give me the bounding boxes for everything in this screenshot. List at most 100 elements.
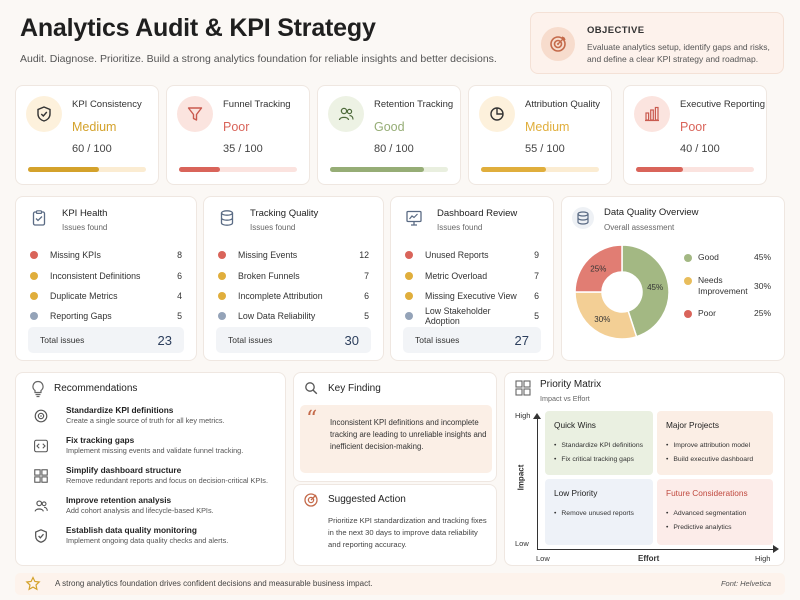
key-finding-text: Inconsistent KPI definitions and incompl…	[330, 418, 487, 451]
quadrant-title: Quick Wins	[554, 420, 596, 430]
page-title: Analytics Audit & KPI Strategy	[20, 14, 376, 42]
severity-dot	[218, 271, 226, 280]
kpi-progress-bar	[28, 167, 146, 172]
monitor-chart-icon	[403, 207, 425, 229]
recommendation-desc: Implement missing events and validate fu…	[66, 446, 244, 455]
key-finding-title: Key Finding	[328, 383, 381, 394]
x-axis-high: High	[755, 554, 771, 563]
issue-label: Missing KPIs	[50, 250, 101, 261]
total-value: 23	[157, 332, 172, 348]
users-icon	[32, 497, 50, 515]
x-axis-arrow	[773, 545, 779, 553]
issue-count: 6	[364, 290, 369, 301]
kpi-score: 80 / 100	[374, 143, 414, 155]
severity-dot	[30, 312, 38, 321]
issue-label: Metric Overload	[425, 270, 488, 281]
kpi-name: Funnel Tracking	[223, 99, 291, 110]
kpi-score: 60 / 100	[72, 143, 112, 155]
kpi-card: Attribution Quality Medium 55 / 100	[468, 85, 612, 185]
issue-count: 5	[177, 311, 182, 322]
quadrant-title: Low Priority	[554, 488, 598, 498]
kpi-card: Funnel Tracking Poor 35 / 100	[166, 85, 310, 185]
y-axis-arrow	[533, 413, 541, 419]
legend-value: 30%	[754, 281, 772, 291]
shield-check-icon	[26, 96, 62, 132]
data-quality-card: Data Quality Overview Overall assessment…	[561, 196, 785, 361]
recommendations-title: Recommendations	[54, 383, 138, 394]
total-value: 27	[514, 332, 529, 348]
clipboard-icon	[28, 207, 50, 229]
issue-label: Low Data Reliability	[238, 311, 316, 322]
issue-count: 12	[359, 250, 369, 261]
x-axis-line	[537, 549, 775, 550]
kpi-progress-bar	[330, 167, 448, 172]
kpi-name: Retention Tracking	[374, 99, 454, 110]
kpi-name: KPI Consistency	[72, 99, 142, 110]
issue-label: Missing Events	[238, 250, 298, 261]
data-quality-donut-chart: 45% 30% 25%	[574, 244, 670, 340]
total-issues-bar: Total issues 30	[216, 327, 371, 353]
recommendation-title: Standardize KPI definitions	[66, 405, 174, 415]
recommendation-desc: Create a single source of truth for all …	[66, 416, 225, 425]
data-quality-subtitle: Overall assessment	[604, 223, 675, 232]
kpi-name: Attribution Quality	[525, 99, 600, 110]
target-icon	[541, 27, 575, 61]
issue-count: 9	[534, 250, 539, 261]
issue-label: Duplicate Metrics	[50, 290, 118, 301]
database-icon	[572, 207, 594, 229]
issue-row: Incomplete Attribution 6	[218, 286, 369, 306]
kpi-progress-fill	[28, 167, 99, 172]
data-quality-title: Data Quality Overview	[604, 207, 699, 218]
issue-label: Missing Executive View	[425, 290, 517, 301]
kpi-score: 35 / 100	[223, 143, 263, 155]
issue-label: Broken Funnels	[238, 270, 300, 281]
issue-row: Unused Reports 9	[405, 245, 539, 265]
recommendation-desc: Implement ongoing data quality checks an…	[66, 536, 229, 545]
kpi-level: Medium	[72, 120, 117, 134]
issue-count: 4	[177, 290, 182, 301]
issue-count: 6	[177, 270, 182, 281]
quadrant-title: Future Considerations	[666, 488, 748, 498]
quadrant-quick-wins: Quick Wins Standardize KPI definitionsFix…	[545, 411, 653, 475]
issue-count: 7	[364, 270, 369, 281]
y-axis-label: Impact	[516, 464, 526, 491]
issue-panel: Tracking Quality Issues found Missing Even…	[203, 196, 384, 361]
kpi-progress-fill	[636, 167, 684, 172]
issue-label: Low Stakeholder Adoption	[425, 306, 491, 327]
matrix-icon	[515, 380, 531, 396]
shield-check-icon	[32, 527, 50, 545]
y-axis-high: High	[515, 411, 531, 420]
kpi-card: Retention Tracking Good 80 / 100	[317, 85, 461, 185]
kpi-level: Poor	[223, 120, 250, 134]
pie-icon	[479, 96, 515, 132]
quadrant-major-projects: Major Projects Improve attribution modelB…	[657, 411, 773, 475]
donut-slice-label: 25%	[590, 264, 606, 273]
issue-list: Missing Events 12 Broken Funnels 7 Incomplet…	[218, 245, 369, 327]
issue-row: Missing Executive View 6	[405, 286, 539, 306]
issue-count: 5	[364, 311, 369, 322]
total-value: 30	[344, 332, 359, 348]
search-icon	[304, 381, 318, 395]
panel-title: Dashboard Review	[437, 208, 518, 219]
suggested-action-title: Suggested Action	[328, 494, 406, 505]
issue-row: Reporting Gaps 5	[30, 306, 182, 326]
quadrant-items: Improve attribution modelBuild executive…	[666, 439, 753, 467]
kpi-progress-fill	[330, 167, 425, 172]
recommendations-card: Recommendations Standardize KPI definiti…	[15, 372, 286, 566]
issue-row: Inconsistent Definitions 6	[30, 265, 182, 285]
issue-row: Duplicate Metrics 4	[30, 286, 182, 306]
bar-chart-icon	[634, 96, 670, 132]
issue-list: Missing KPIs 8 Inconsistent Definitions 6 Du…	[30, 245, 182, 327]
severity-dot	[218, 251, 226, 260]
quadrant-future-considerations: Future Considerations Advanced segmentati…	[657, 479, 773, 545]
objective-card: OBJECTIVE Evaluate analytics setup, iden…	[530, 12, 784, 74]
issue-label: Incomplete Attribution	[238, 290, 323, 301]
issue-label: Reporting Gaps	[50, 311, 112, 322]
kpi-level: Good	[374, 120, 405, 134]
quadrant-item: Remove unused reports	[554, 507, 634, 521]
star-icon	[25, 576, 41, 592]
issue-label: Unused Reports	[425, 250, 489, 261]
quadrant-title: Major Projects	[666, 420, 720, 430]
issue-row: Metric Overload 7	[405, 265, 539, 285]
quadrant-items: Standardize KPI definitionsFix critical …	[554, 439, 643, 467]
